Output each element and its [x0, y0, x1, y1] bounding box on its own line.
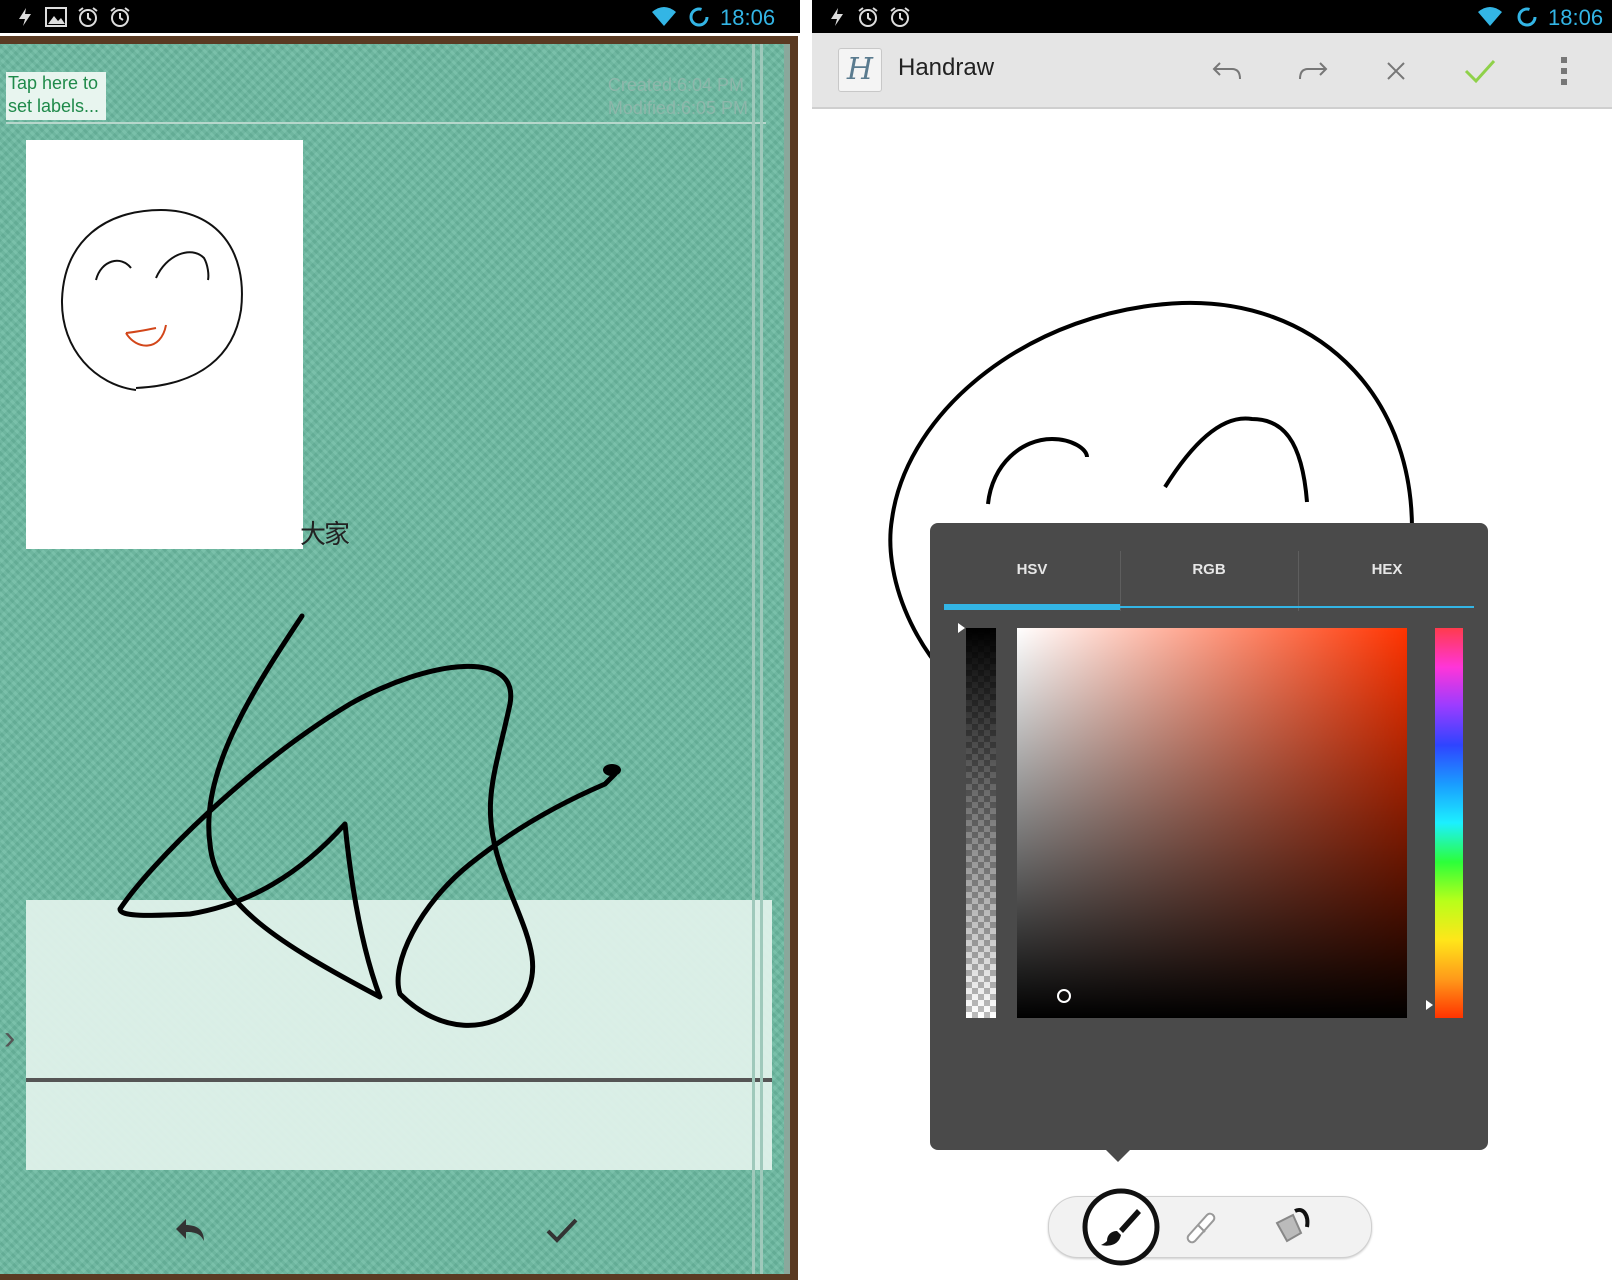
alpha-slider[interactable]	[966, 628, 996, 1018]
alarm-icon	[76, 6, 100, 33]
redo-icon[interactable]	[1292, 51, 1332, 91]
alarm-icon	[888, 6, 912, 33]
check-icon[interactable]	[1460, 51, 1500, 91]
notebook-frame: Tap here to set labels... Created:6:04 P…	[0, 36, 798, 1280]
page-edge	[760, 44, 763, 1274]
tab-hsv[interactable]: HSV	[944, 541, 1120, 611]
app-title: Handraw	[898, 54, 995, 81]
overflow-menu-icon[interactable]	[1544, 51, 1584, 91]
undo-icon[interactable]	[1208, 51, 1248, 91]
fill-bucket-icon[interactable]	[1265, 1197, 1345, 1277]
flash-icon	[14, 6, 36, 33]
close-icon[interactable]	[1376, 51, 1416, 91]
freehand-scribble	[117, 613, 621, 1028]
alarm-icon	[108, 6, 132, 33]
page-edge	[752, 44, 755, 1274]
dialog-pointer	[1104, 1148, 1132, 1162]
tab-selected-indicator	[944, 604, 1120, 610]
color-mode-tabs: HSV RGB HEX	[944, 541, 1474, 611]
checkmark-icon[interactable]	[544, 1212, 580, 1254]
image-icon	[44, 6, 68, 33]
sv-cursor[interactable]	[1057, 989, 1071, 1003]
sync-icon	[1516, 6, 1538, 33]
saturation-value-picker[interactable]	[1017, 628, 1407, 1018]
note-paper[interactable]: Tap here to set labels... Created:6:04 P…	[0, 44, 790, 1274]
eraser-icon[interactable]	[1171, 1197, 1251, 1277]
tab-rgb[interactable]: RGB	[1121, 541, 1297, 611]
back-arrow-icon[interactable]	[172, 1212, 208, 1254]
sync-icon	[688, 6, 710, 33]
status-bar: 18:06	[0, 0, 800, 33]
handraw-panel: 18:06 H Handraw HSV RGB HEX	[812, 0, 1612, 1280]
brush-icon[interactable]	[1081, 1187, 1161, 1267]
hue-slider[interactable]	[1435, 628, 1463, 1018]
flash-icon	[826, 6, 848, 33]
wifi-icon	[650, 6, 678, 33]
status-bar: 18:06	[812, 0, 1612, 33]
alarm-icon	[856, 6, 880, 33]
color-picker-dialog: HSV RGB HEX	[930, 523, 1488, 1150]
hue-marker[interactable]	[1426, 1000, 1433, 1010]
chevron-right-icon[interactable]: ›	[4, 1019, 15, 1058]
status-time: 18:06	[1548, 5, 1604, 30]
action-bar: H Handraw	[812, 33, 1612, 109]
wifi-icon	[1476, 6, 1504, 33]
app-icon[interactable]: H	[838, 48, 882, 92]
note-panel: 18:06 Tap here to set labels... Created:…	[0, 0, 800, 1280]
tab-hex[interactable]: HEX	[1299, 541, 1475, 611]
tool-bar	[1048, 1188, 1372, 1266]
alpha-marker[interactable]	[958, 623, 965, 633]
status-time: 18:06	[720, 5, 776, 30]
